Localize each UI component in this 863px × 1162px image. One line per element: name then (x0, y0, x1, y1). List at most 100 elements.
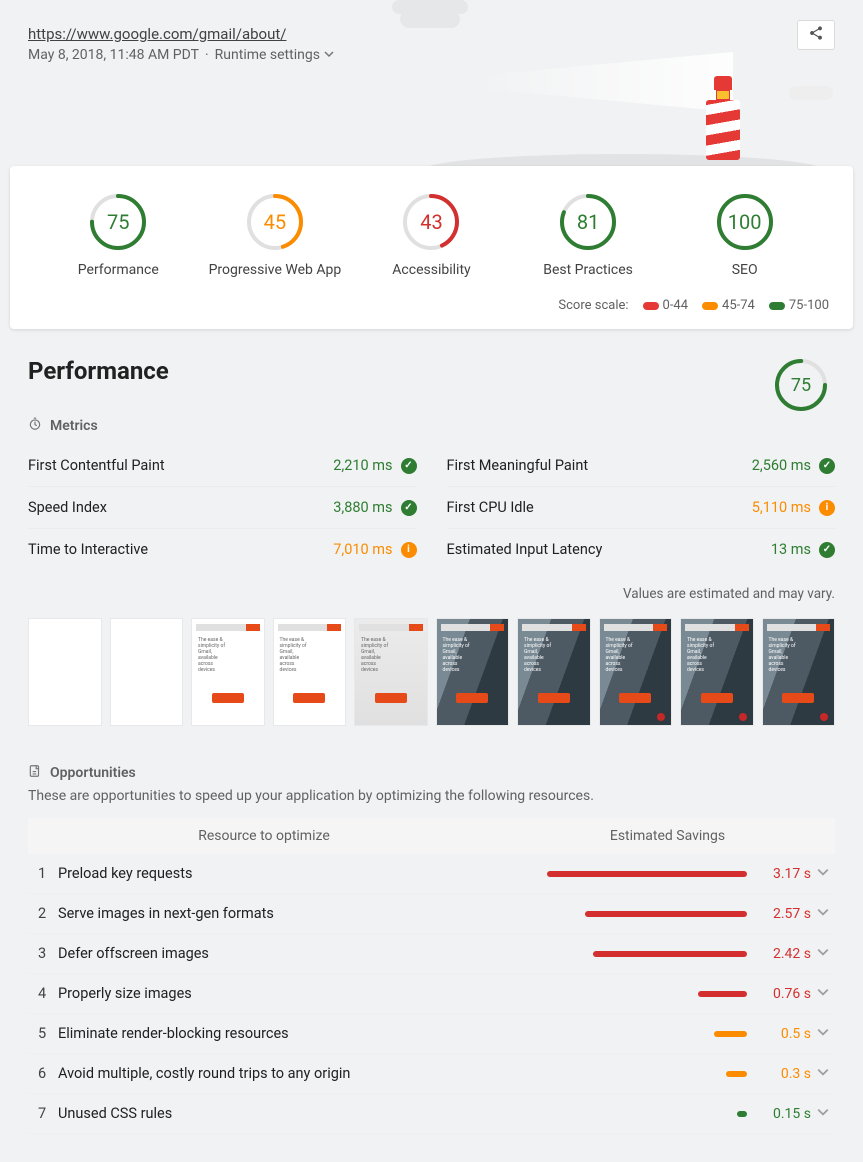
opportunities-heading: Opportunities (28, 764, 835, 782)
opportunity-index: 5 (28, 1025, 58, 1042)
gauge-label: Best Practices (543, 262, 633, 278)
opportunity-index: 2 (28, 905, 58, 922)
opportunities-section: Opportunities These are opportunities to… (0, 764, 863, 1162)
opportunity-value: 0.5 s (757, 1026, 811, 1042)
metric-value: 2,210 ms (333, 457, 392, 474)
score-gauge[interactable]: 100 SEO (666, 192, 823, 278)
check-icon: ✓ (401, 458, 417, 474)
opportunity-row[interactable]: 2 Serve images in next-gen formats 2.57 … (28, 894, 835, 934)
share-button[interactable] (797, 20, 835, 50)
gauge-label: Performance (78, 262, 159, 278)
gauge-label: Accessibility (392, 262, 470, 278)
filmstrip-frame: The ease &simplicity ofGmail,availableac… (762, 618, 836, 726)
metric-value: 3,880 ms (333, 499, 392, 516)
opportunities-table-header: Resource to optimize Estimated Savings (28, 818, 835, 854)
opportunity-row[interactable]: 5 Eliminate render-blocking resources 0.… (28, 1014, 835, 1054)
report-timestamp: May 8, 2018, 11:48 AM PDT (28, 47, 199, 63)
chevron-down-icon (811, 985, 835, 1002)
opportunity-row[interactable]: 3 Defer offscreen images 2.42 s (28, 934, 835, 974)
opportunity-bar (490, 911, 747, 917)
filmstrip-frame: The ease &simplicity ofGmail,availableac… (680, 618, 754, 726)
performance-score-gauge: 75 (773, 357, 829, 413)
check-icon: ✓ (401, 500, 417, 516)
stopwatch-icon (28, 417, 42, 435)
metric-value: 5,110 ms (752, 499, 811, 516)
score-gauges: 75 Performance 45 Progressive Web App 43… (10, 186, 853, 292)
opportunity-bar (490, 871, 747, 877)
chevron-down-icon (811, 1025, 835, 1042)
metric-value: 2,560 ms (752, 457, 811, 474)
opportunity-name: Defer offscreen images (58, 945, 490, 962)
opportunity-row[interactable]: 1 Preload key requests 3.17 s (28, 854, 835, 894)
opportunity-value: 2.57 s (757, 906, 811, 922)
check-icon: ✓ (819, 542, 835, 558)
metrics-column-left: First Contentful Paint 2,210 ms ✓ Speed … (28, 445, 417, 570)
opportunity-name: Eliminate render-blocking resources (58, 1025, 490, 1042)
score-gauge[interactable]: 45 Progressive Web App (197, 192, 354, 278)
check-icon: ✓ (819, 458, 835, 474)
metric-name: Speed Index (28, 499, 107, 516)
filmstrip-frame: The ease &simplicity ofGmail,availableac… (599, 618, 673, 726)
report-url[interactable]: https://www.google.com/gmail/about/ (28, 25, 286, 43)
filmstrip-frame (110, 618, 184, 726)
metric-value: 13 ms (771, 541, 811, 558)
opportunity-row[interactable]: 6 Avoid multiple, costly round trips to … (28, 1054, 835, 1094)
filmstrip-frame: The ease &simplicity ofGmail,availableac… (517, 618, 591, 726)
opportunity-name: Properly size images (58, 985, 490, 1002)
opportunity-row[interactable]: 4 Properly size images 0.76 s (28, 974, 835, 1014)
metrics-column-right: First Meaningful Paint 2,560 ms ✓ First … (447, 445, 836, 570)
metric-name: Estimated Input Latency (447, 541, 603, 558)
filmstrip-frame: The ease &simplicity ofGmail,availableac… (191, 618, 265, 726)
opportunity-value: 0.76 s (757, 986, 811, 1002)
opportunity-value: 3.17 s (757, 866, 811, 882)
opportunity-name: Preload key requests (58, 865, 490, 882)
info-icon: i (401, 542, 417, 558)
metric-row: First Contentful Paint 2,210 ms ✓ (28, 445, 417, 487)
metric-name: First Meaningful Paint (447, 457, 589, 474)
gauge-label: SEO (732, 262, 758, 278)
report-header: https://www.google.com/gmail/about/ May … (0, 0, 863, 170)
filmstrip-frame (28, 618, 102, 726)
opportunity-value: 0.15 s (757, 1106, 811, 1122)
gauge-label: Progressive Web App (209, 262, 342, 278)
score-gauge[interactable]: 81 Best Practices (510, 192, 667, 278)
opportunity-bar (490, 1111, 747, 1117)
metric-name: Time to Interactive (28, 541, 148, 558)
metrics-footnote: Values are estimated and may vary. (28, 586, 835, 602)
opportunities-icon (28, 764, 42, 782)
metrics-heading: Metrics (28, 417, 835, 435)
metric-row: Time to Interactive 7,010 ms i (28, 529, 417, 570)
filmstrip-frame: The ease &simplicity ofGmail,availableac… (273, 618, 347, 726)
metric-value: 7,010 ms (333, 541, 392, 558)
metric-row: Estimated Input Latency 13 ms ✓ (447, 529, 836, 570)
score-gauge[interactable]: 43 Accessibility (353, 192, 510, 278)
metric-row: First CPU Idle 5,110 ms i (447, 487, 836, 529)
chevron-down-icon (811, 1105, 835, 1122)
opportunity-bar (490, 1031, 747, 1037)
filmstrip-frame: The ease &simplicity ofGmail,availableac… (354, 618, 428, 726)
opportunity-index: 1 (28, 865, 58, 882)
chevron-down-icon (811, 945, 835, 962)
scores-card: 75 Performance 45 Progressive Web App 43… (10, 166, 853, 329)
performance-section: Performance 75 Metrics First Contentful … (0, 329, 863, 746)
chevron-down-icon (324, 47, 334, 63)
info-icon: i (819, 500, 835, 516)
opportunity-name: Serve images in next-gen formats (58, 905, 490, 922)
opportunity-index: 3 (28, 945, 58, 962)
opportunities-table-body: 1 Preload key requests 3.17 s 2 Serve im… (28, 854, 835, 1134)
filmstrip-frame: The ease &simplicity ofGmail,availableac… (436, 618, 510, 726)
chevron-down-icon (811, 865, 835, 882)
filmstrip: The ease &simplicity ofGmail,availableac… (28, 618, 835, 736)
opportunity-bar (490, 991, 747, 997)
share-icon (808, 25, 824, 45)
score-scale: Score scale: 0-44 45-74 75-100 (10, 292, 853, 317)
opportunity-row[interactable]: 7 Unused CSS rules 0.15 s (28, 1094, 835, 1134)
metric-row: First Meaningful Paint 2,560 ms ✓ (447, 445, 836, 487)
opportunity-index: 4 (28, 985, 58, 1002)
metric-row: Speed Index 3,880 ms ✓ (28, 487, 417, 529)
opportunity-value: 2.42 s (757, 946, 811, 962)
opportunity-bar (490, 951, 747, 957)
runtime-settings-toggle[interactable]: Runtime settings (215, 47, 334, 63)
score-gauge[interactable]: 75 Performance (40, 192, 197, 278)
opportunity-name: Unused CSS rules (58, 1105, 490, 1122)
